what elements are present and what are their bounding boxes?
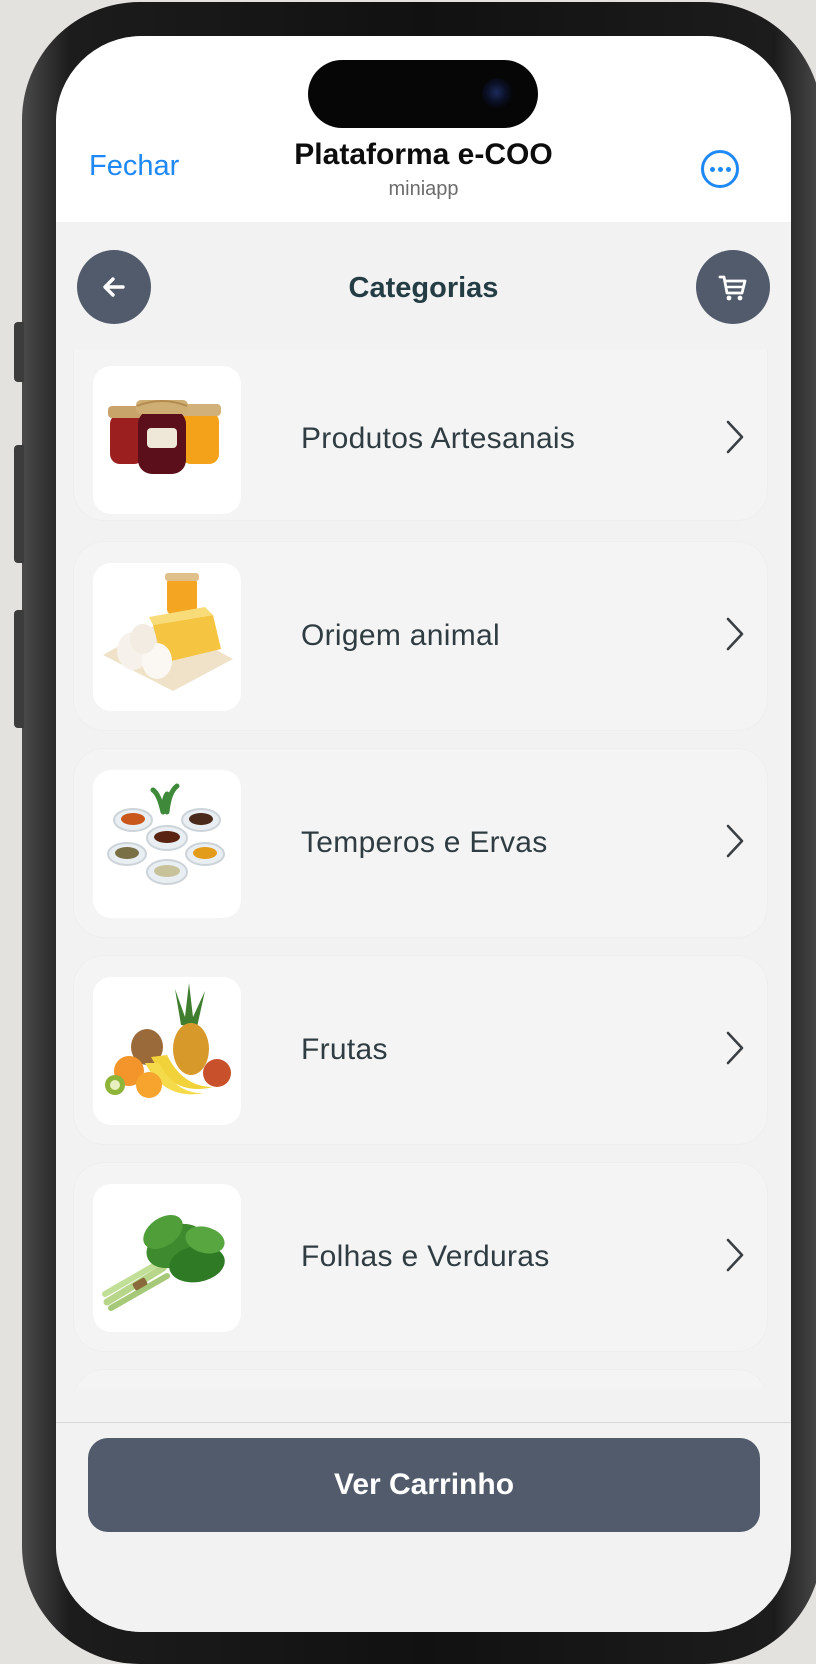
view-cart-button[interactable]: Ver Carrinho [88,1438,760,1532]
jars-image [93,366,241,514]
category-label: Frutas [301,1033,388,1066]
app-subtitle: miniapp [388,178,459,200]
phone-screen: Fechar Plataforma e-COO miniapp Categori… [56,36,791,1632]
chevron-right-icon [726,1238,744,1272]
dot [709,166,715,172]
category-label: Produtos Artesanais [301,422,576,455]
chevron-right-icon [726,824,744,858]
category-item-origem-animal[interactable]: Origem animal [74,542,767,730]
page-title: Categorias [348,272,499,304]
category-item-folhas-e-verduras[interactable]: Folhas e Verduras [74,1163,767,1351]
volume-down-button [14,610,24,728]
dot [725,166,731,172]
mute-switch [14,322,24,382]
ellipsis-circle-icon[interactable] [701,150,739,188]
category-label: Temperos e Ervas [301,826,548,859]
greens-image [93,1184,241,1332]
page-header: Categorias [56,222,791,350]
spices-image [93,770,241,918]
category-item-temperos-e-ervas[interactable]: Temperos e Ervas [74,749,767,937]
category-list[interactable]: Produtos Artesanais Origem animal Temper… [56,350,791,1388]
category-item-frutas[interactable]: Frutas [74,956,767,1144]
chevron-right-icon [726,420,744,454]
cart-button[interactable] [696,250,770,324]
volume-up-button [14,445,24,563]
shopping-cart-icon [718,275,747,301]
bottom-bar: Ver Carrinho [56,1423,791,1632]
fruits-image [93,977,241,1125]
app-title: Plataforma e-COO [294,138,553,171]
dot [717,166,723,172]
chevron-right-icon [726,1031,744,1065]
dynamic-island [308,60,538,128]
category-item-produtos-artesanais[interactable]: Produtos Artesanais [74,350,767,520]
category-label: Folhas e Verduras [301,1240,550,1273]
camera-icon [482,78,514,110]
category-item-partial[interactable] [74,1370,767,1388]
eggs-cheese-image [93,563,241,711]
chevron-right-icon [726,617,744,651]
category-label: Origem animal [301,619,500,652]
